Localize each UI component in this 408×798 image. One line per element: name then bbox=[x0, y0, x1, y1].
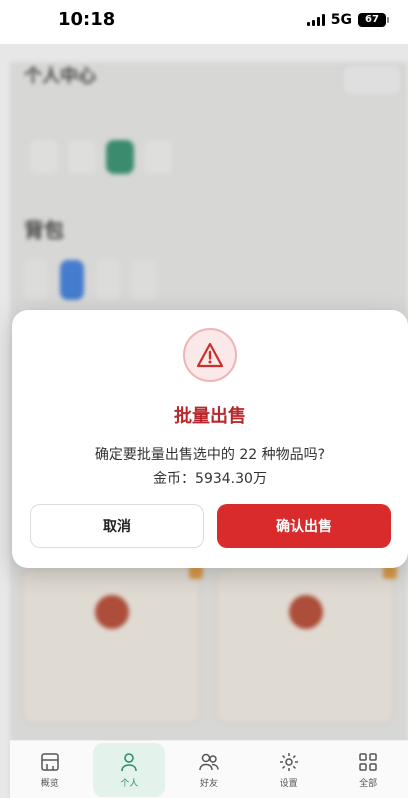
warning-triangle-icon bbox=[196, 342, 224, 368]
dialog-title: 批量出售 bbox=[174, 406, 246, 427]
nav-label: 全部 bbox=[359, 778, 378, 789]
nav-item-overview[interactable]: 概览 bbox=[14, 743, 86, 797]
network-type: 5G bbox=[330, 12, 352, 28]
battery-icon: 67 bbox=[358, 13, 389, 27]
nav-item-friends[interactable]: 好友 bbox=[173, 743, 245, 797]
signal-icon bbox=[306, 14, 325, 26]
nav-label: 设置 bbox=[279, 778, 298, 789]
dialog-message: 确定要批量出售选中的 22 种物品吗? bbox=[94, 447, 326, 463]
nav-label: 个人 bbox=[120, 778, 139, 789]
cancel-button[interactable]: 取消 bbox=[30, 504, 204, 548]
nav-item-personal[interactable]: 个人 bbox=[93, 742, 166, 797]
gear-icon bbox=[279, 752, 298, 771]
bulk-sell-dialog: 批量出售 确定要批量出售选中的 22 种物品吗? 金币：5934.30万 取消 … bbox=[12, 310, 408, 568]
person-icon bbox=[121, 752, 138, 771]
status-time: 10:18 bbox=[58, 9, 116, 30]
confirm-sell-button[interactable]: 确认出售 bbox=[217, 504, 391, 548]
nav-label: 好友 bbox=[199, 778, 218, 789]
status-bar: 10:18 5G 67 bbox=[0, 0, 408, 44]
friends-icon bbox=[199, 753, 219, 770]
bottom-nav: 概览 个人 好友 设置 全部 bbox=[10, 740, 408, 798]
nav-label: 概览 bbox=[40, 778, 59, 789]
nav-item-all[interactable]: 全部 bbox=[332, 743, 404, 797]
overview-icon bbox=[41, 752, 59, 771]
status-indicators: 5G 67 bbox=[306, 12, 389, 28]
gold-amount: 金币：5934.30万 bbox=[153, 471, 267, 487]
nav-item-settings[interactable]: 设置 bbox=[253, 743, 325, 797]
grid-icon bbox=[359, 752, 377, 771]
warning-icon bbox=[183, 328, 237, 382]
